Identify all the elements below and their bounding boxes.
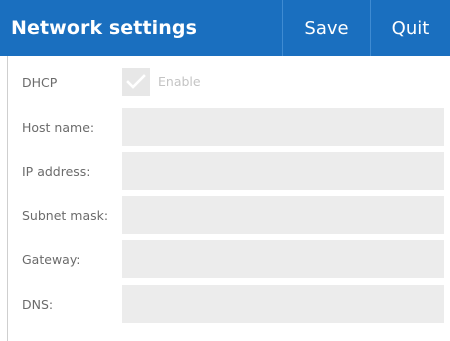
ip-address-row: IP address: (22, 152, 444, 190)
gateway-label: Gateway: (22, 251, 81, 267)
dhcp-row: DHCP Enable (22, 63, 444, 101)
dhcp-enable-checkbox[interactable] (122, 68, 150, 96)
window-title: Network settings (11, 17, 198, 39)
dns-input[interactable] (122, 285, 444, 323)
title-bar: Network settings Save Quit (0, 0, 450, 56)
host-name-input[interactable] (122, 108, 444, 146)
save-button[interactable]: Save (282, 0, 370, 56)
ip-address-input[interactable] (122, 152, 444, 190)
quit-button[interactable]: Quit (370, 0, 450, 56)
gateway-row: Gateway: (22, 240, 444, 278)
ip-address-label: IP address: (22, 163, 91, 179)
dhcp-enable-label: Enable (158, 74, 201, 89)
host-name-row: Host name: (22, 108, 444, 146)
dhcp-label: DHCP (22, 74, 58, 90)
network-settings-window: Network settings Save Quit DHCP Enable H… (0, 0, 450, 341)
subnet-mask-label: Subnet mask: (22, 207, 109, 223)
dns-row: DNS: (22, 285, 444, 323)
settings-form: DHCP Enable Host name: IP address: Subne… (7, 56, 450, 341)
gateway-input[interactable] (122, 240, 444, 278)
checkmark-icon (126, 74, 146, 89)
host-name-label: Host name: (22, 119, 95, 135)
dns-label: DNS: (22, 296, 54, 312)
subnet-mask-input[interactable] (122, 196, 444, 234)
subnet-mask-row: Subnet mask: (22, 196, 444, 234)
